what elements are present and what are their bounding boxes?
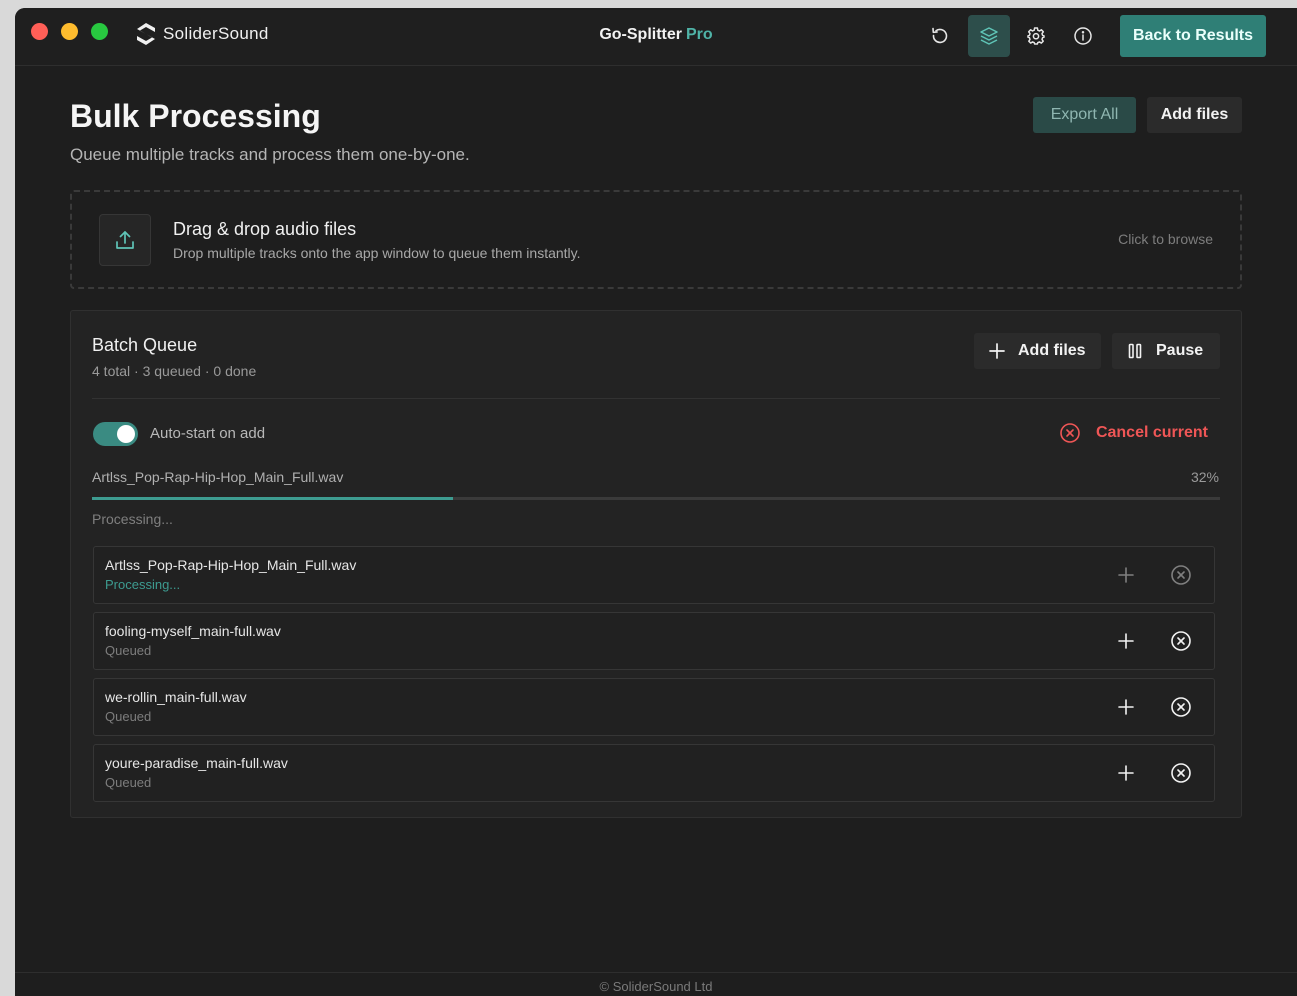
refresh-button[interactable]: [919, 15, 961, 57]
pause-icon: [1128, 343, 1142, 359]
batch-add-files-label: Add files: [1018, 342, 1086, 359]
plus-icon: [1118, 567, 1134, 583]
progress-percent: 32%: [1190, 469, 1219, 485]
page-title: Bulk Processing: [70, 98, 321, 134]
upload-icon-box: [99, 214, 151, 266]
layers-icon: [980, 27, 998, 45]
drop-zone[interactable]: Drag & drop audio files Drop multiple tr…: [70, 190, 1242, 289]
cancel-current-button[interactable]: Cancel current: [1059, 422, 1208, 444]
app-title: Go-Splitter Pro: [15, 26, 1297, 44]
footer-copyright: © SoliderSound Ltd: [599, 979, 713, 994]
queue-item-name: we-rollin_main-full.wav: [105, 689, 247, 705]
remove-circle-icon: [1171, 763, 1191, 783]
drop-zone-title: Drag & drop audio files: [173, 219, 357, 239]
queue-item-add-button[interactable]: [1114, 761, 1138, 785]
queue-item-status: Processing...: [105, 577, 181, 592]
plus-icon: [1118, 633, 1134, 649]
cancel-circle-icon: [1060, 423, 1080, 443]
current-file-name: Artlss_Pop-Rap-Hip-Hop_Main_Full.wav: [92, 469, 344, 485]
queue-item-status: Queued: [105, 643, 152, 658]
queue-item-status: Queued: [105, 709, 152, 724]
drop-zone-description: Drop multiple tracks onto the app window…: [173, 245, 581, 261]
back-to-results-button[interactable]: Back to Results: [1120, 15, 1266, 57]
plus-icon: [989, 343, 1005, 359]
refresh-icon: [932, 27, 948, 44]
cancel-current-label: Cancel current: [1095, 424, 1208, 441]
toggle-knob: [117, 425, 135, 443]
plus-icon: [1118, 699, 1134, 715]
auto-start-label: Auto-start on add: [150, 425, 266, 442]
queue-item-add-button[interactable]: [1114, 695, 1138, 719]
upload-icon: [116, 231, 134, 249]
queue-item: youre-paradise_main-full.wav Queued: [93, 744, 1215, 802]
auto-start-toggle[interactable]: [93, 422, 138, 446]
queue-item-name: youre-paradise_main-full.wav: [105, 755, 288, 771]
info-icon: [1074, 27, 1092, 45]
page-subtitle: Queue multiple tracks and process them o…: [70, 145, 470, 164]
app-title-text: Go-Splitter: [599, 26, 682, 43]
queue-item: we-rollin_main-full.wav Queued: [93, 678, 1215, 736]
progress-bar: [92, 497, 1220, 500]
queue-item-remove-button[interactable]: [1169, 695, 1193, 719]
queue-item-add-button[interactable]: [1114, 563, 1138, 587]
queue-item-status: Queued: [105, 775, 152, 790]
queue-item-remove-button[interactable]: [1169, 629, 1193, 653]
info-button[interactable]: [1062, 15, 1104, 57]
batch-queue-stats: 4 total · 3 queued · 0 done: [92, 363, 257, 379]
app-window: SoliderSound Go-Splitter Pro Back to Res…: [15, 8, 1297, 996]
export-all-button[interactable]: Export All: [1033, 97, 1136, 133]
gear-icon: [1027, 27, 1045, 45]
layers-button[interactable]: [968, 15, 1010, 57]
progress-fill: [92, 497, 453, 500]
settings-button[interactable]: [1015, 15, 1057, 57]
title-bar: SoliderSound Go-Splitter Pro Back to Res…: [15, 8, 1297, 66]
add-files-button[interactable]: Add files: [1147, 97, 1242, 133]
pause-label: Pause: [1156, 342, 1204, 359]
queue-list: Artlss_Pop-Rap-Hip-Hop_Main_Full.wav Pro…: [93, 546, 1215, 810]
queue-item: fooling-myself_main-full.wav Queued: [93, 612, 1215, 670]
batch-add-files-button[interactable]: Add files: [974, 333, 1101, 369]
queue-item-remove-button[interactable]: [1169, 563, 1193, 587]
queue-item-name: fooling-myself_main-full.wav: [105, 623, 281, 639]
pause-button[interactable]: Pause: [1112, 333, 1220, 369]
queue-item-remove-button[interactable]: [1169, 761, 1193, 785]
footer-divider: [15, 972, 1297, 973]
divider: [92, 398, 1220, 399]
plus-icon: [1118, 765, 1134, 781]
processing-status: Processing...: [92, 511, 173, 527]
queue-item: Artlss_Pop-Rap-Hip-Hop_Main_Full.wav Pro…: [93, 546, 1215, 604]
remove-circle-icon: [1171, 565, 1191, 585]
remove-circle-icon: [1171, 697, 1191, 717]
queue-item-name: Artlss_Pop-Rap-Hip-Hop_Main_Full.wav: [105, 557, 357, 573]
batch-queue-title: Batch Queue: [92, 335, 198, 355]
queue-item-add-button[interactable]: [1114, 629, 1138, 653]
click-to-browse-link[interactable]: Click to browse: [1118, 231, 1213, 247]
remove-circle-icon: [1171, 631, 1191, 651]
pro-badge: Pro: [686, 26, 713, 43]
batch-queue-card: Batch Queue 4 total · 3 queued · 0 done …: [70, 310, 1242, 818]
